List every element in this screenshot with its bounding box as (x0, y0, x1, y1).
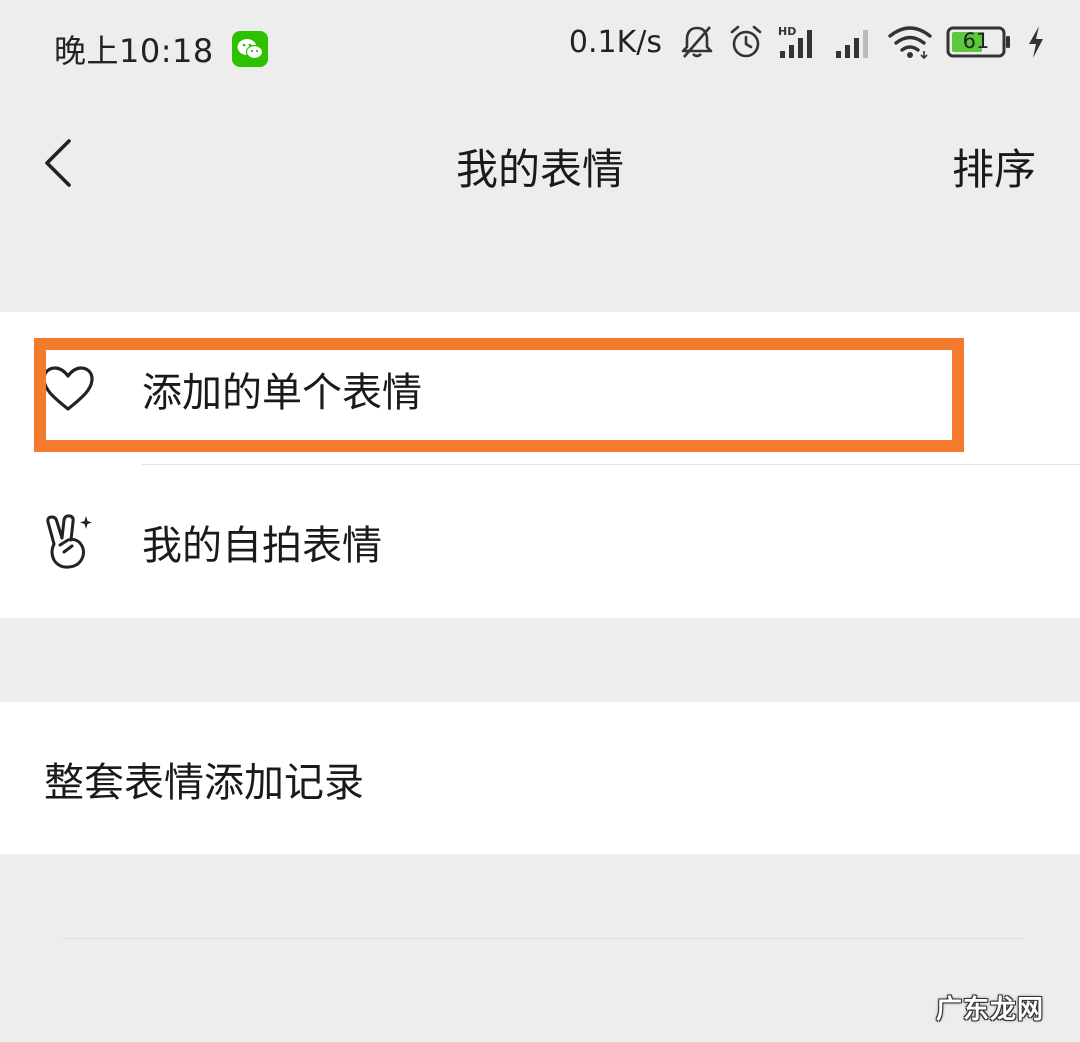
battery-level: 61 (962, 29, 990, 53)
list-item-label: 添加的单个表情 (142, 369, 422, 416)
hd-signal-icon: HD (778, 25, 812, 58)
status-time: 晚上10:18 (54, 32, 214, 70)
hd-label: HD (778, 25, 796, 38)
nav-bar: 我的表情 排序 (0, 92, 1080, 242)
list-item-selfie-stickers[interactable]: 我的自拍表情 (0, 465, 1080, 618)
page-title: 我的表情 (455, 145, 624, 194)
list-item-label: 我的自拍表情 (142, 522, 382, 569)
list-item-label: 整套表情添加记录 (44, 759, 364, 806)
victory-hand-icon (40, 513, 96, 570)
battery-icon: 61 (946, 26, 1012, 58)
status-right: 0.1K/s HD 61 (569, 24, 1046, 60)
wechat-icon (231, 31, 268, 67)
heart-icon (40, 361, 96, 417)
status-left: 晚上10:18 (54, 26, 268, 72)
net-speed: 0.1K/s (568, 24, 662, 60)
bottom-divider (62, 938, 1024, 939)
history-group: 整套表情添加记录 (0, 702, 1080, 854)
sticker-group: 添加的单个表情 我的自拍表情 (0, 312, 1080, 618)
list-item-sticker-set-history[interactable]: 整套表情添加记录 (0, 702, 1080, 855)
watermark: 广东龙网 (935, 995, 1044, 1025)
charging-icon (1029, 26, 1043, 58)
list-item-single-stickers[interactable]: 添加的单个表情 (0, 312, 1080, 465)
screen: 晚上10:18 0.1K/s HD 61 我的表情 排序 添加的单个表情 我的自… (0, 0, 1080, 1042)
bell-off-icon (681, 26, 713, 58)
wifi-icon (888, 26, 932, 60)
status-bar: 晚上10:18 0.1K/s HD 61 (0, 0, 1080, 92)
sort-button[interactable]: 排序 (952, 136, 1036, 197)
signal-icon (836, 30, 868, 58)
alarm-icon (730, 25, 762, 58)
